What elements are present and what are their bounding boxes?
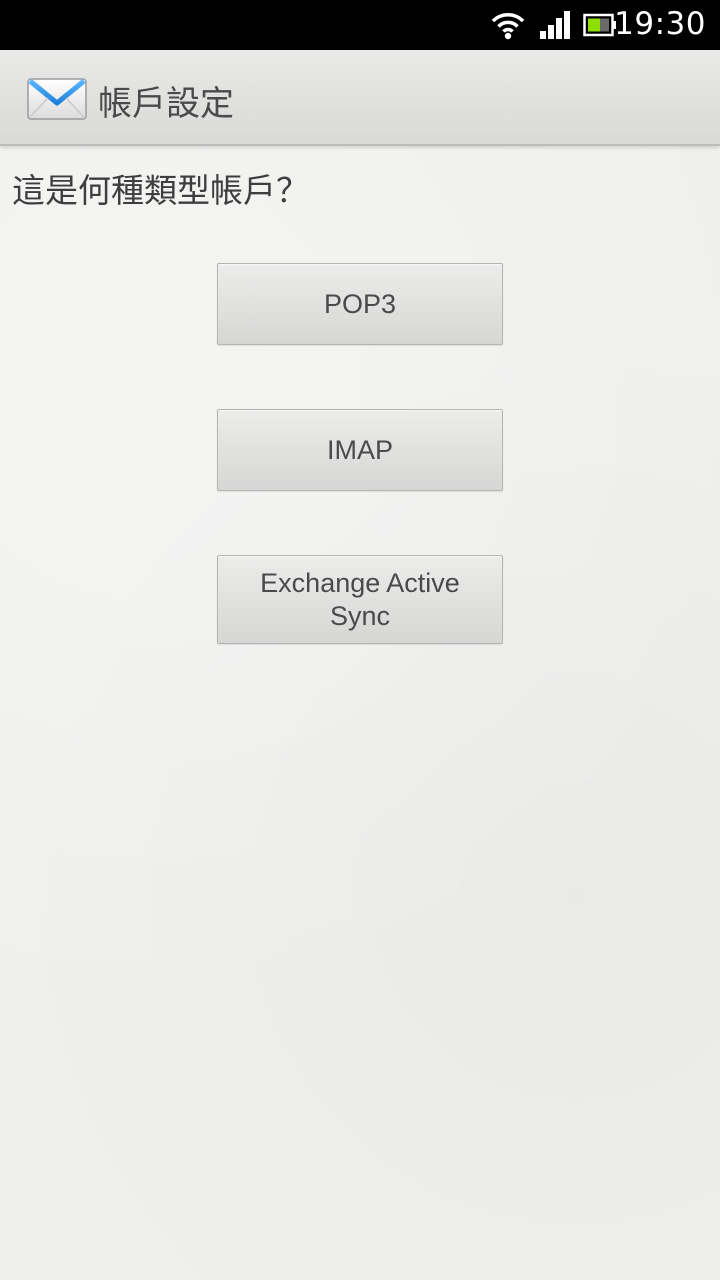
status-clock: 19:30 (614, 6, 706, 42)
exchange-active-sync-button[interactable]: Exchange Active Sync (217, 555, 503, 644)
signal-icon (540, 11, 570, 39)
page-title: 帳戶設定 (98, 84, 234, 124)
imap-button[interactable]: IMAP (217, 409, 503, 491)
status-bar: 19:30 (0, 0, 720, 50)
pop3-button[interactable]: POP3 (217, 263, 503, 345)
battery-icon (583, 13, 616, 37)
mail-icon[interactable] (26, 76, 88, 122)
wifi-icon (491, 13, 525, 40)
action-bar: 帳戶設定 (0, 50, 720, 146)
account-type-question: 這是何種類型帳戶？ (12, 171, 309, 210)
